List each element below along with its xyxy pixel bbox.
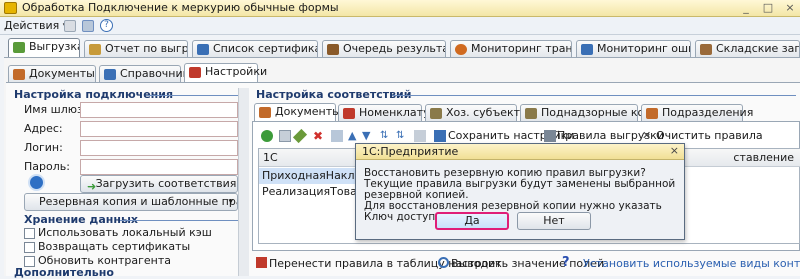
minimize-button[interactable]: _	[740, 0, 752, 16]
warehouse-icon	[700, 44, 712, 55]
use-cache-label: Использовать локальный кэш	[38, 226, 212, 239]
move-down-icon[interactable]: ▼	[362, 130, 374, 142]
table-row[interactable]: ПриходнаяНакладная	[259, 168, 359, 184]
load-mappings-button[interactable]: ➜ Загрузить соответствия	[80, 175, 238, 193]
mapping-tab-documents[interactable]: Документы	[254, 103, 341, 122]
close-window-button[interactable]: ×	[784, 0, 796, 16]
subtab-settings[interactable]: Настройки	[184, 63, 267, 82]
catalogs-icon	[104, 69, 116, 80]
address-field[interactable]	[80, 121, 238, 137]
help-icon[interactable]: ?	[100, 19, 113, 32]
power-icon[interactable]	[28, 174, 45, 191]
group-divider	[392, 95, 796, 96]
documents-icon	[259, 107, 271, 118]
edit-icon[interactable]	[82, 20, 94, 32]
mapping-tab-nomenclature[interactable]: Номенклатура	[338, 104, 443, 121]
subtab-catalogs[interactable]: Справочники	[99, 65, 196, 82]
mapping-group-title: Настройка соответствий	[256, 88, 412, 101]
login-label: Логин:	[24, 141, 63, 154]
mapping-tab-departments[interactable]: Подразделения	[641, 104, 753, 121]
tab-warehouse-records[interactable]: Складские записи	[695, 40, 800, 57]
mapping-tab-entities[interactable]: Хоз. субъекты	[425, 104, 529, 121]
dialog-title: 1С:Предприятие	[362, 145, 459, 158]
app-icon	[4, 2, 17, 14]
entities-icon	[430, 108, 442, 119]
close-icon[interactable]: ×	[670, 144, 679, 157]
chevron-down-icon: ▾	[228, 197, 233, 207]
filter-icon[interactable]	[414, 130, 426, 142]
move-up-icon[interactable]: ▲	[348, 130, 360, 142]
password-field[interactable]	[80, 159, 238, 175]
table-row[interactable]: РеализацияТоваровУс	[259, 184, 359, 200]
tab-errors-monitor[interactable]: Мониторинг ошибок	[576, 40, 691, 57]
delete-icon[interactable]: ✖	[313, 130, 325, 142]
toolbar-separator-icon	[64, 20, 76, 32]
title-bar: Обработка Подключение к меркурию обычные…	[0, 0, 800, 17]
install-contact-types-link[interactable]: Установить используемые виды конт. инф.	[583, 257, 800, 270]
dialog-title-bar: 1С:Предприятие ×	[356, 144, 684, 160]
copy-icon[interactable]	[279, 130, 291, 142]
gateway-field[interactable]	[80, 102, 238, 118]
departments-icon	[646, 108, 658, 119]
yes-button[interactable]: Да	[435, 212, 509, 230]
monitor-icon	[455, 44, 467, 55]
rules-icon	[544, 130, 556, 142]
settings-icon	[189, 67, 201, 78]
sort-desc-icon[interactable]: ⇅	[396, 130, 408, 142]
search-icon	[438, 257, 449, 268]
queue-icon	[327, 44, 339, 55]
group-divider	[146, 95, 238, 96]
maximize-button[interactable]: □	[762, 0, 774, 16]
add-icon[interactable]	[261, 130, 273, 142]
report-icon	[89, 44, 101, 55]
list-icon	[197, 44, 209, 55]
group-divider	[120, 220, 238, 221]
clear-rules-button[interactable]: Очистить правила	[656, 129, 763, 142]
window-title: Обработка Подключение к меркурию обычные…	[22, 1, 339, 14]
tab-transactions-monitor[interactable]: Мониторинг транзак...	[450, 40, 572, 57]
clear-icon: ✕	[642, 129, 652, 142]
sort-asc-icon[interactable]: ⇅	[380, 130, 392, 142]
no-button[interactable]: Нет	[517, 212, 591, 230]
nomenclature-icon	[343, 108, 355, 119]
backup-select[interactable]: Резервная копия и шаблонные правил ▾	[24, 193, 238, 211]
controlled-icon	[525, 108, 537, 119]
mark-icon[interactable]	[331, 130, 343, 142]
tab-upload[interactable]: Выгрузка	[8, 38, 80, 58]
tab-certificates[interactable]: Список сертификатов...	[192, 40, 318, 57]
password-label: Пароль:	[24, 160, 70, 173]
return-certs-checkbox[interactable]	[24, 242, 35, 253]
main-tabs: Выгрузка Отчет по выгрузке Список сертиф…	[0, 37, 800, 58]
help-icon[interactable]: ?	[562, 255, 570, 270]
documents-icon	[13, 69, 25, 80]
tab-upload-report[interactable]: Отчет по выгрузке	[84, 40, 188, 57]
tab-results-queue[interactable]: Очередь результатов...	[322, 40, 446, 57]
address-label: Адрес:	[24, 122, 63, 135]
show-fields-button[interactable]: Выводить значение полей	[451, 257, 604, 270]
menu-bar: Действия ▾ ?	[0, 17, 800, 35]
extra-group-title: Дополнительно	[14, 266, 114, 279]
return-certs-label: Возвращать сертификаты	[38, 240, 191, 253]
actions-menu[interactable]: Действия ▾	[4, 19, 68, 32]
transfer-icon	[256, 257, 267, 268]
column-header-1c[interactable]: 1С	[259, 149, 359, 167]
use-cache-checkbox[interactable]	[24, 228, 35, 239]
left-scrollbar[interactable]	[238, 88, 249, 276]
save-icon	[434, 130, 446, 142]
mapping-tab-controlled[interactable]: Поднадзорные контр.	[520, 104, 668, 121]
confirm-dialog: 1С:Предприятие × Восстановить резервную …	[355, 143, 685, 240]
upload-icon	[13, 42, 25, 53]
subtab-documents[interactable]: Документы	[8, 65, 96, 82]
login-field[interactable]	[80, 140, 238, 156]
errors-icon	[581, 44, 593, 55]
